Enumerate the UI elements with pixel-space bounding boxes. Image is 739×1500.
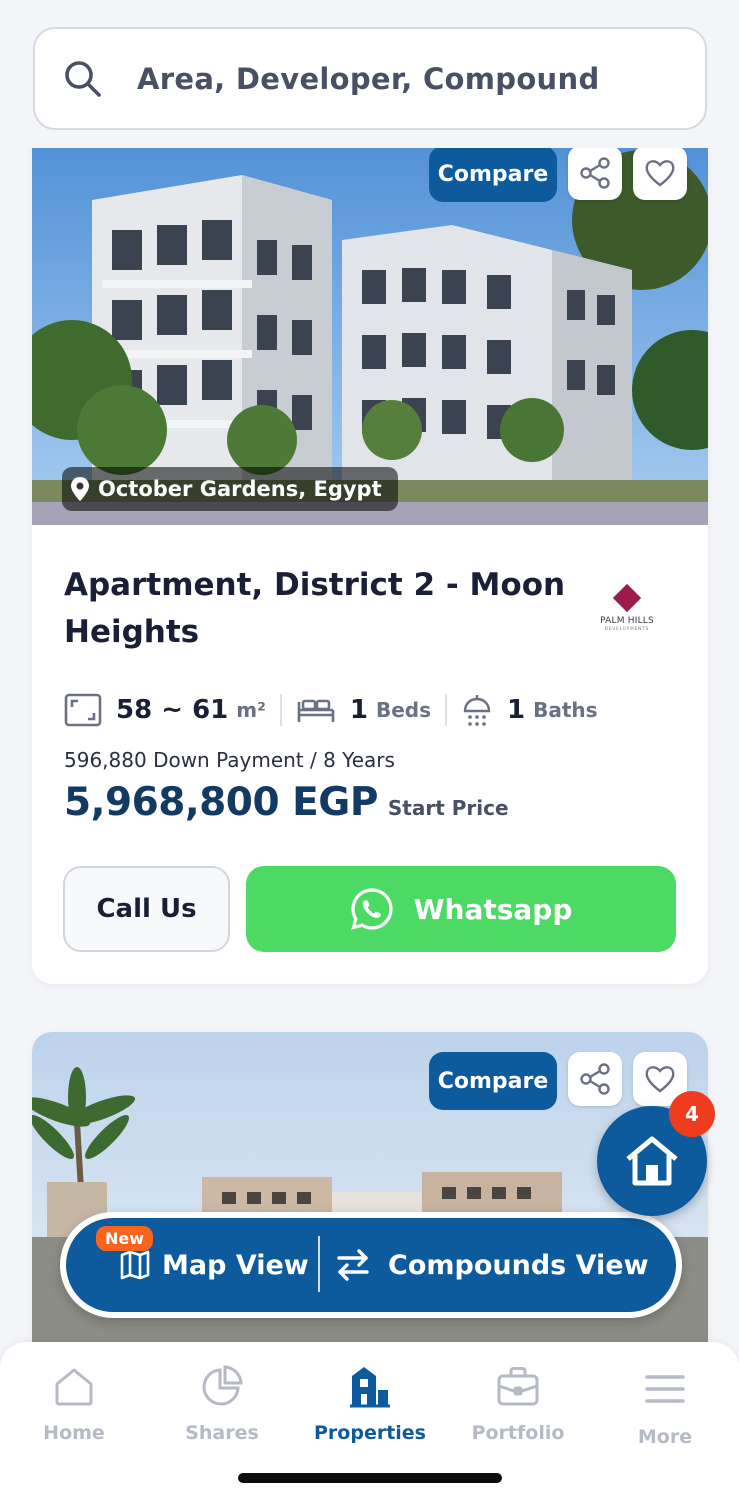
nav-label-home: Home [43, 1422, 105, 1444]
home-icon [55, 1368, 93, 1406]
price-value: 5,968,800 EGP [64, 780, 378, 825]
nav-label-portfolio: Portfolio [471, 1422, 565, 1444]
home-indicator [238, 1473, 502, 1483]
spec-divider [279, 694, 282, 726]
bed-icon [297, 699, 335, 722]
location-text: October Gardens, Egypt [98, 477, 382, 501]
heart-icon [645, 1066, 675, 1093]
developer-logo: PALM HILLS DEVELOPMENTS [592, 582, 662, 642]
nav-item-portfolio[interactable]: Portfolio [444, 1364, 592, 1444]
compounds-view-label: Compounds View [388, 1249, 649, 1281]
swap-arrows-icon [337, 1249, 369, 1281]
share-button[interactable] [568, 146, 622, 200]
area-spec: 58 ~ 61 m² [64, 693, 266, 727]
heart-icon [645, 160, 675, 187]
beds-value: 1 [349, 695, 368, 725]
down-payment-text: 596,880 Down Payment / 8 Years [64, 748, 395, 772]
property-card[interactable]: Compare October Gardens, Egypt Apartment… [32, 130, 708, 984]
nav-label-more: More [637, 1426, 693, 1448]
new-badge: New [96, 1226, 154, 1251]
nav-label-shares: Shares [185, 1422, 259, 1444]
nav-item-properties[interactable]: Properties [296, 1364, 444, 1444]
search-input[interactable]: Area, Developer, Compound [33, 27, 707, 130]
briefcase-icon [497, 1367, 539, 1406]
pie-chart-icon [202, 1365, 243, 1406]
baths-label: Baths [533, 698, 598, 722]
compare-label: Compare [437, 161, 549, 187]
call-us-button[interactable]: Call Us [63, 866, 230, 952]
price-label: Start Price [387, 796, 509, 820]
search-icon [65, 60, 101, 97]
menu-icon [645, 1375, 685, 1403]
nav-label-properties: Properties [314, 1422, 426, 1444]
spec-divider [445, 694, 447, 726]
compare-label: Compare [437, 1068, 549, 1094]
nav-item-home[interactable]: Home [0, 1364, 148, 1444]
whatsapp-label: Whatsapp [413, 892, 573, 926]
location-tag: October Gardens, Egypt [62, 467, 398, 511]
area-icon [64, 693, 102, 727]
beds-spec: 1 Beds [296, 695, 431, 725]
whatsapp-button[interactable]: Whatsapp [246, 866, 676, 952]
buildings-icon [350, 1367, 390, 1408]
beds-label: Beds [375, 698, 431, 722]
compounds-view-button[interactable]: Compounds View [336, 1218, 649, 1312]
developer-logo-mark [612, 583, 642, 613]
view-toggle-bar: Map View New Compounds View [60, 1212, 682, 1318]
search-placeholder: Area, Developer, Compound [137, 61, 600, 96]
map-pin-icon [71, 477, 89, 501]
area-unit: m² [236, 698, 266, 722]
shower-icon [463, 695, 491, 726]
map-view-label: Map View [162, 1249, 309, 1281]
nav-item-more[interactable]: More [591, 1368, 739, 1448]
property-title[interactable]: Apartment, District 2 - Moon Heights [64, 562, 574, 656]
favorite-button[interactable] [633, 146, 687, 200]
developer-sub: DEVELOPMENTS [604, 626, 650, 631]
share-button[interactable] [568, 1052, 622, 1106]
property-specs: 58 ~ 61 m² 1 Beds 1 Baths [64, 690, 598, 730]
fab-count-badge: 4 [669, 1091, 715, 1137]
developer-name: PALM HILLS [600, 616, 654, 626]
price-row: 5,968,800 EGP Start Price [64, 780, 509, 825]
compare-button[interactable]: Compare [429, 146, 557, 202]
baths-value: 1 [507, 695, 526, 725]
area-value: 58 ~ 61 [116, 695, 229, 725]
map-icon [120, 1250, 150, 1280]
house-icon [626, 1136, 678, 1186]
nav-item-shares[interactable]: Shares [148, 1364, 296, 1444]
share-icon [580, 1063, 610, 1095]
share-icon [580, 157, 610, 189]
call-us-label: Call Us [96, 894, 197, 924]
compare-button[interactable]: Compare [429, 1052, 557, 1110]
whatsapp-icon [350, 888, 393, 930]
search-header: Area, Developer, Compound [0, 0, 739, 148]
baths-spec: 1 Baths [461, 693, 598, 727]
toggle-divider [318, 1236, 320, 1292]
property-photo[interactable]: Compare October Gardens, Egypt [32, 130, 708, 525]
